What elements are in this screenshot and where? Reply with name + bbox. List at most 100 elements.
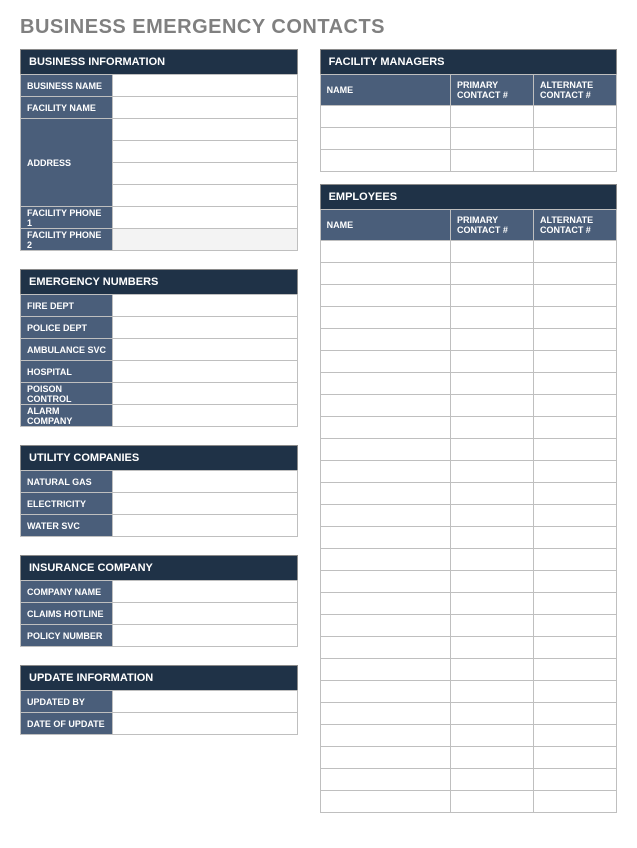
fm-cell-alternate[interactable] — [533, 106, 616, 128]
input-address-3[interactable] — [113, 163, 298, 185]
emp-cell-alternate[interactable] — [533, 329, 616, 351]
emp-cell-alternate[interactable] — [533, 659, 616, 681]
input-fire[interactable] — [113, 295, 298, 317]
emp-cell-primary[interactable] — [451, 637, 534, 659]
emp-cell-name[interactable] — [320, 659, 450, 681]
emp-cell-primary[interactable] — [451, 615, 534, 637]
emp-cell-primary[interactable] — [451, 703, 534, 725]
emp-cell-primary[interactable] — [451, 461, 534, 483]
input-hospital[interactable] — [113, 361, 298, 383]
emp-cell-name[interactable] — [320, 725, 450, 747]
input-claims[interactable] — [113, 603, 298, 625]
emp-cell-name[interactable] — [320, 285, 450, 307]
emp-cell-name[interactable] — [320, 417, 450, 439]
emp-cell-name[interactable] — [320, 637, 450, 659]
input-police[interactable] — [113, 317, 298, 339]
emp-cell-alternate[interactable] — [533, 615, 616, 637]
input-poison[interactable] — [113, 383, 298, 405]
emp-cell-name[interactable] — [320, 549, 450, 571]
emp-cell-alternate[interactable] — [533, 395, 616, 417]
emp-cell-alternate[interactable] — [533, 593, 616, 615]
fm-cell-name[interactable] — [320, 128, 450, 150]
emp-cell-primary[interactable] — [451, 263, 534, 285]
input-phone2[interactable] — [113, 229, 298, 251]
emp-cell-alternate[interactable] — [533, 351, 616, 373]
emp-cell-primary[interactable] — [451, 373, 534, 395]
emp-cell-name[interactable] — [320, 681, 450, 703]
emp-cell-name[interactable] — [320, 263, 450, 285]
emp-cell-name[interactable] — [320, 527, 450, 549]
emp-cell-alternate[interactable] — [533, 285, 616, 307]
input-address-2[interactable] — [113, 141, 298, 163]
emp-cell-alternate[interactable] — [533, 439, 616, 461]
emp-cell-primary[interactable] — [451, 549, 534, 571]
emp-cell-alternate[interactable] — [533, 263, 616, 285]
input-gas[interactable] — [113, 471, 298, 493]
input-water[interactable] — [113, 515, 298, 537]
input-updated-by[interactable] — [113, 691, 298, 713]
input-address-1[interactable] — [113, 119, 298, 141]
emp-cell-primary[interactable] — [451, 439, 534, 461]
emp-cell-name[interactable] — [320, 747, 450, 769]
emp-cell-alternate[interactable] — [533, 571, 616, 593]
fm-cell-primary[interactable] — [451, 128, 534, 150]
emp-cell-alternate[interactable] — [533, 417, 616, 439]
emp-cell-alternate[interactable] — [533, 527, 616, 549]
emp-cell-name[interactable] — [320, 791, 450, 813]
emp-cell-alternate[interactable] — [533, 681, 616, 703]
emp-cell-name[interactable] — [320, 241, 450, 263]
emp-cell-primary[interactable] — [451, 395, 534, 417]
emp-cell-primary[interactable] — [451, 241, 534, 263]
input-ambulance[interactable] — [113, 339, 298, 361]
emp-cell-alternate[interactable] — [533, 241, 616, 263]
input-facility-name[interactable] — [113, 97, 298, 119]
emp-cell-name[interactable] — [320, 483, 450, 505]
input-business-name[interactable] — [113, 75, 298, 97]
emp-cell-primary[interactable] — [451, 307, 534, 329]
fm-cell-alternate[interactable] — [533, 150, 616, 172]
emp-cell-name[interactable] — [320, 461, 450, 483]
emp-cell-name[interactable] — [320, 395, 450, 417]
emp-cell-alternate[interactable] — [533, 373, 616, 395]
emp-cell-primary[interactable] — [451, 681, 534, 703]
fm-cell-name[interactable] — [320, 150, 450, 172]
fm-cell-alternate[interactable] — [533, 128, 616, 150]
emp-cell-alternate[interactable] — [533, 549, 616, 571]
emp-cell-name[interactable] — [320, 571, 450, 593]
emp-cell-alternate[interactable] — [533, 703, 616, 725]
fm-cell-name[interactable] — [320, 106, 450, 128]
emp-cell-name[interactable] — [320, 615, 450, 637]
input-phone1[interactable] — [113, 207, 298, 229]
emp-cell-primary[interactable] — [451, 769, 534, 791]
fm-cell-primary[interactable] — [451, 150, 534, 172]
emp-cell-primary[interactable] — [451, 527, 534, 549]
input-company[interactable] — [113, 581, 298, 603]
emp-cell-alternate[interactable] — [533, 461, 616, 483]
emp-cell-name[interactable] — [320, 329, 450, 351]
emp-cell-alternate[interactable] — [533, 505, 616, 527]
emp-cell-primary[interactable] — [451, 483, 534, 505]
emp-cell-primary[interactable] — [451, 417, 534, 439]
emp-cell-name[interactable] — [320, 769, 450, 791]
emp-cell-primary[interactable] — [451, 329, 534, 351]
input-date-update[interactable] — [113, 713, 298, 735]
emp-cell-primary[interactable] — [451, 747, 534, 769]
input-policy[interactable] — [113, 625, 298, 647]
emp-cell-name[interactable] — [320, 593, 450, 615]
emp-cell-name[interactable] — [320, 703, 450, 725]
emp-cell-name[interactable] — [320, 307, 450, 329]
emp-cell-alternate[interactable] — [533, 637, 616, 659]
emp-cell-primary[interactable] — [451, 725, 534, 747]
emp-cell-name[interactable] — [320, 373, 450, 395]
emp-cell-name[interactable] — [320, 439, 450, 461]
fm-cell-primary[interactable] — [451, 106, 534, 128]
emp-cell-primary[interactable] — [451, 791, 534, 813]
emp-cell-alternate[interactable] — [533, 747, 616, 769]
input-address-4[interactable] — [113, 185, 298, 207]
input-alarm[interactable] — [113, 405, 298, 427]
emp-cell-primary[interactable] — [451, 659, 534, 681]
emp-cell-name[interactable] — [320, 505, 450, 527]
emp-cell-name[interactable] — [320, 351, 450, 373]
emp-cell-primary[interactable] — [451, 505, 534, 527]
emp-cell-primary[interactable] — [451, 571, 534, 593]
